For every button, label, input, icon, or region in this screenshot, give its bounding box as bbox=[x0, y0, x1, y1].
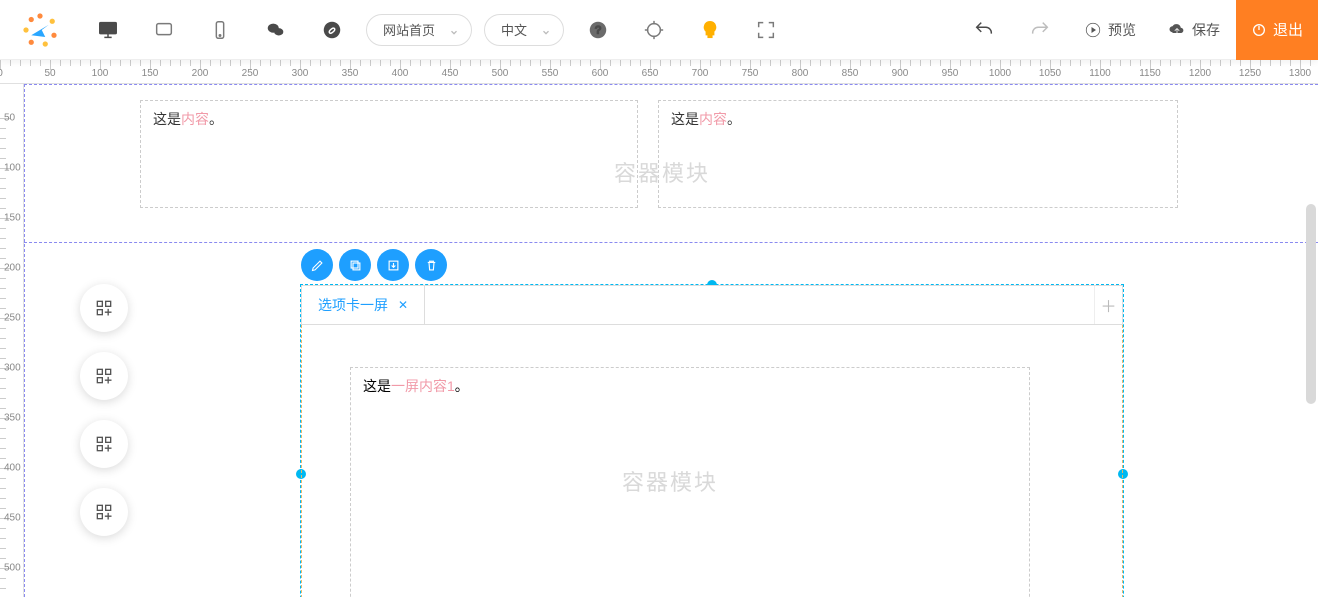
guide-line bbox=[24, 242, 1318, 243]
play-circle-icon bbox=[1084, 21, 1102, 39]
tab-bar: 选项卡一屏 ✕ ＋ bbox=[301, 285, 1123, 325]
tab-label: 选项卡一屏 bbox=[318, 295, 388, 315]
wechat-icon[interactable] bbox=[248, 0, 304, 60]
tab-close-icon[interactable]: ✕ bbox=[398, 298, 408, 312]
device-desktop-icon[interactable] bbox=[80, 0, 136, 60]
inner-container[interactable]: 这是一屏内容1。 bbox=[350, 367, 1030, 597]
text: 这是 bbox=[671, 111, 699, 127]
vertical-ruler: 50100150200250300350400450500550 bbox=[0, 84, 24, 597]
language-select[interactable]: 中文 bbox=[484, 14, 564, 46]
horizontal-ruler: 0501001502002503003504004505005506006507… bbox=[0, 60, 1318, 84]
preview-label: 预览 bbox=[1108, 20, 1136, 40]
save-label: 保存 bbox=[1192, 20, 1220, 40]
device-phone-icon[interactable] bbox=[192, 0, 248, 60]
guide-line bbox=[24, 84, 1318, 85]
chevron-down-icon bbox=[449, 25, 459, 35]
chevron-down-icon bbox=[541, 25, 551, 35]
help-icon[interactable]: ? bbox=[570, 0, 626, 60]
app-logo bbox=[0, 0, 80, 60]
exit-button[interactable]: 退出 bbox=[1236, 0, 1318, 60]
add-widget-button-3[interactable] bbox=[80, 420, 128, 468]
svg-text:?: ? bbox=[595, 24, 601, 36]
target-icon[interactable] bbox=[626, 0, 682, 60]
lightbulb-icon[interactable] bbox=[682, 0, 738, 60]
language-select-label: 中文 bbox=[501, 20, 527, 39]
container-block-left[interactable]: 这是内容。 bbox=[140, 100, 638, 208]
power-icon bbox=[1251, 22, 1267, 38]
design-canvas[interactable]: 这是内容。 这是内容。 容器模块 选项卡一屏 ✕ ＋ 这是一屏内容1。 bbox=[24, 84, 1318, 597]
text: 。 bbox=[209, 111, 223, 127]
guide-line bbox=[24, 84, 25, 597]
redo-icon[interactable] bbox=[1012, 0, 1068, 60]
tab-add-button[interactable]: ＋ bbox=[1094, 286, 1122, 324]
text: 。 bbox=[455, 378, 469, 394]
text-highlight: 内容 bbox=[699, 111, 727, 127]
undo-icon[interactable] bbox=[956, 0, 1012, 60]
edit-action[interactable] bbox=[301, 249, 333, 281]
vertical-scrollbar[interactable] bbox=[1306, 204, 1316, 404]
cloud-save-icon bbox=[1168, 21, 1186, 39]
device-tablet-icon[interactable] bbox=[136, 0, 192, 60]
miniprogram-icon[interactable] bbox=[304, 0, 360, 60]
container-block-right[interactable]: 这是内容。 bbox=[658, 100, 1178, 208]
top-toolbar: 网站首页 中文 ? 预览 保存 退出 bbox=[0, 0, 1318, 60]
page-select[interactable]: 网站首页 bbox=[366, 14, 472, 46]
text: 这是 bbox=[153, 111, 181, 127]
tab-item[interactable]: 选项卡一屏 ✕ bbox=[302, 286, 425, 324]
fullscreen-icon[interactable] bbox=[738, 0, 794, 60]
text-highlight: 内容 bbox=[181, 111, 209, 127]
tab-content-area[interactable]: 这是一屏内容1。 容器模块 bbox=[301, 325, 1123, 597]
add-widget-button-1[interactable] bbox=[80, 284, 128, 332]
preview-button[interactable]: 预览 bbox=[1068, 0, 1152, 60]
copy-action[interactable] bbox=[339, 249, 371, 281]
text: 。 bbox=[727, 111, 741, 127]
exit-label: 退出 bbox=[1273, 19, 1303, 40]
selected-tab-module[interactable]: 选项卡一屏 ✕ ＋ 这是一屏内容1。 容器模块 bbox=[300, 284, 1124, 597]
add-widget-button-4[interactable] bbox=[80, 488, 128, 536]
selection-action-bar bbox=[301, 249, 447, 281]
export-action[interactable] bbox=[377, 249, 409, 281]
add-widget-button-2[interactable] bbox=[80, 352, 128, 400]
delete-action[interactable] bbox=[415, 249, 447, 281]
text-highlight: 一屏内容1 bbox=[391, 378, 455, 394]
text: 这是 bbox=[363, 378, 391, 394]
page-select-label: 网站首页 bbox=[383, 20, 435, 39]
save-button[interactable]: 保存 bbox=[1152, 0, 1236, 60]
